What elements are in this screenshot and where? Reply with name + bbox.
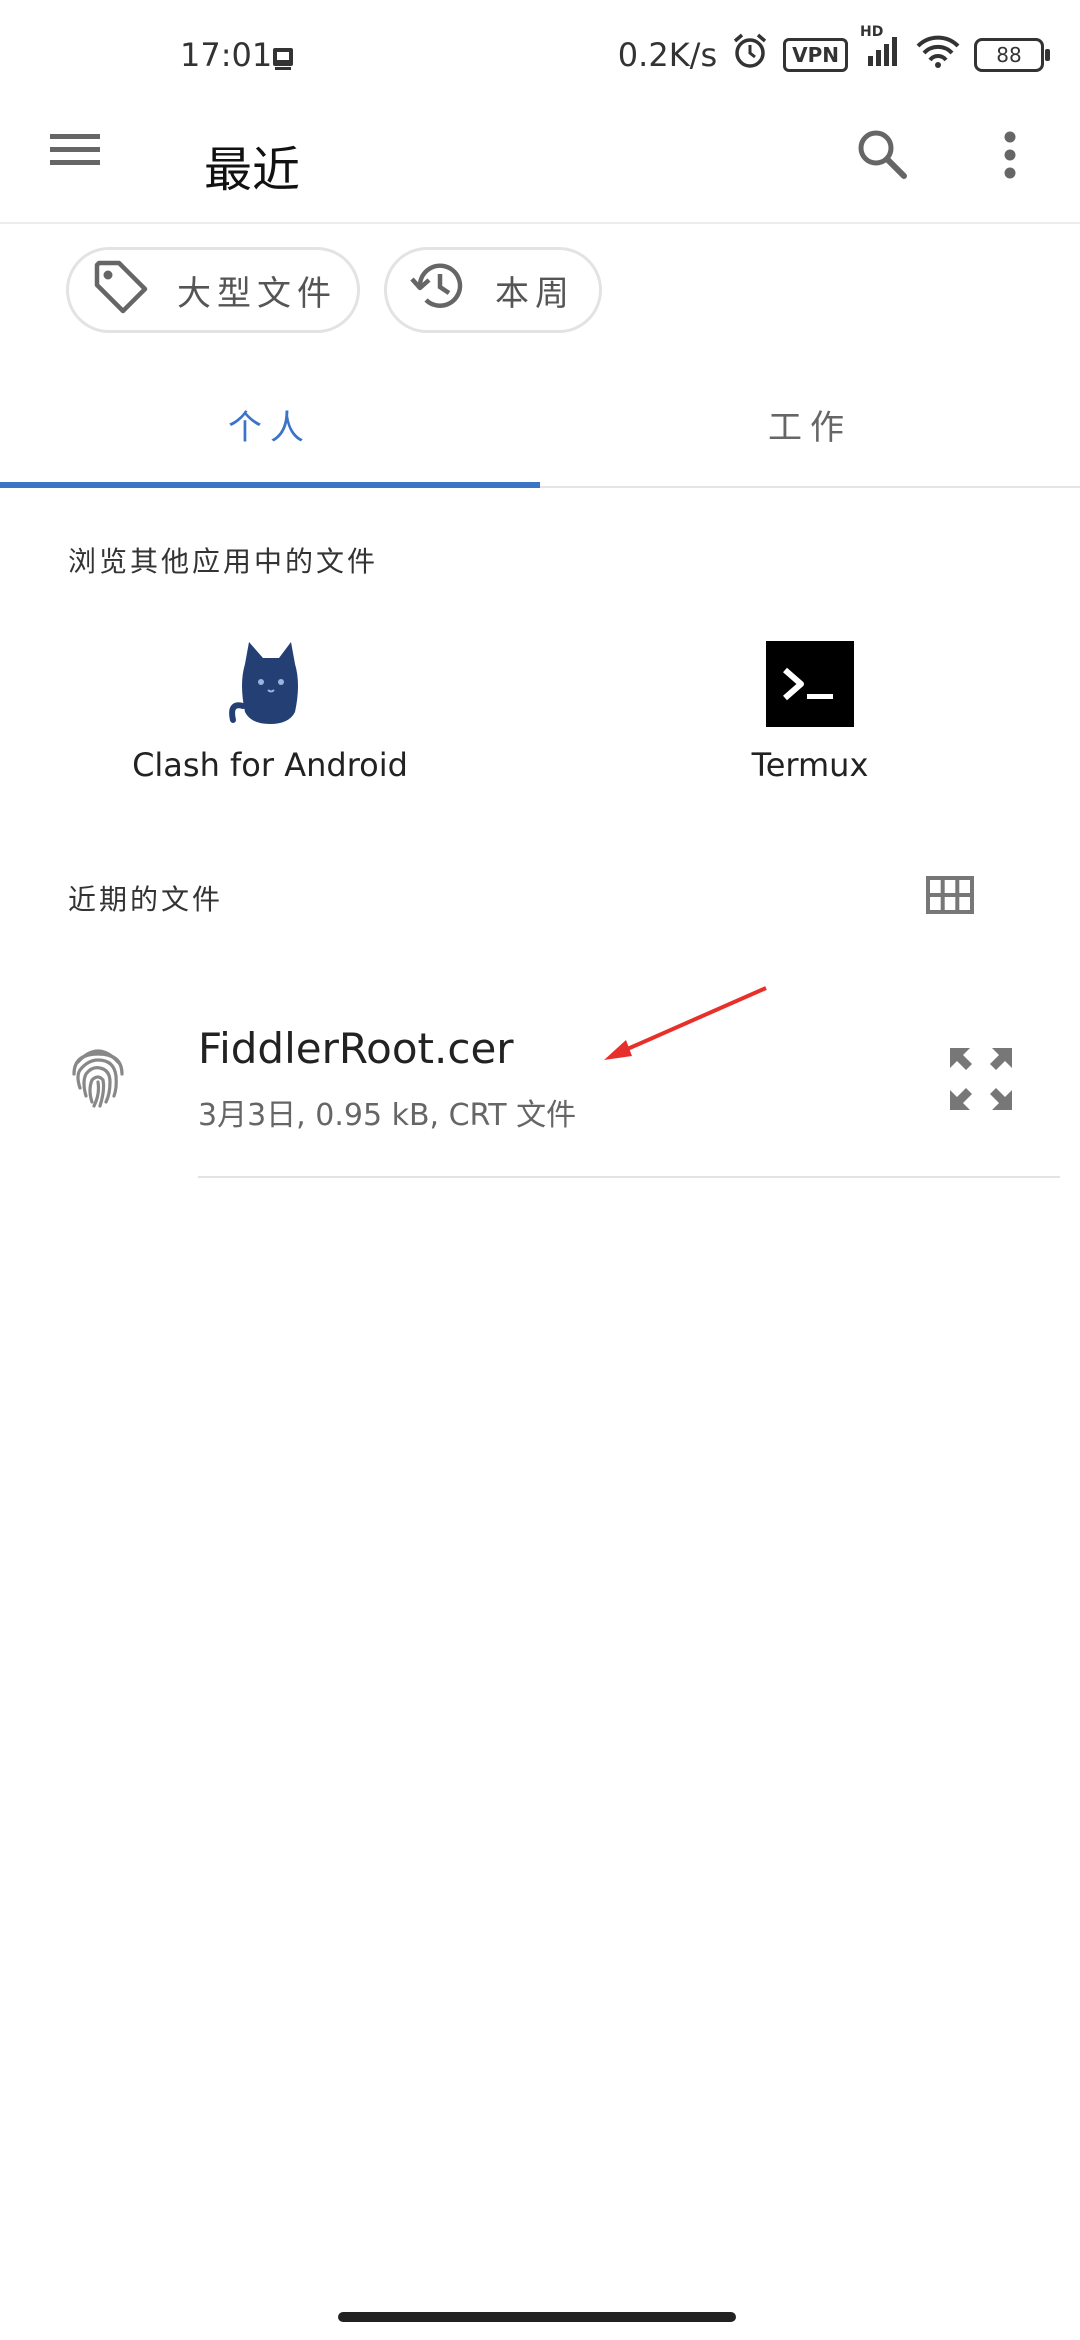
this-week-chip[interactable]: 本周 bbox=[384, 247, 602, 333]
list-divider bbox=[198, 1176, 1060, 1178]
home-indicator[interactable] bbox=[338, 2312, 736, 2322]
signal-icon: HD bbox=[860, 24, 902, 76]
more-vert-icon[interactable] bbox=[998, 130, 1022, 184]
file-meta: 3月3日, 0.95 kB, CRT 文件 bbox=[198, 1098, 577, 1133]
this-week-label: 本周 bbox=[495, 273, 575, 314]
large-files-label: 大型文件 bbox=[177, 273, 337, 314]
large-files-chip[interactable]: 大型文件 bbox=[66, 247, 360, 333]
alarm-icon bbox=[731, 32, 769, 78]
expand-preview-icon[interactable] bbox=[946, 1044, 1016, 1118]
tab-work[interactable]: 工作 bbox=[540, 400, 1080, 449]
recent-files-heading: 近期的文件 bbox=[68, 883, 224, 916]
notification-icon bbox=[270, 46, 296, 76]
tag-icon bbox=[91, 257, 149, 324]
tab-personal[interactable]: 个人 bbox=[0, 400, 540, 449]
search-icon[interactable] bbox=[856, 128, 908, 184]
grid-view-icon[interactable] bbox=[926, 876, 974, 918]
network-speed: 0.2K/s bbox=[617, 36, 718, 74]
list-item[interactable] bbox=[0, 1000, 1080, 1178]
annotation-arrow bbox=[596, 984, 776, 1068]
status-time: 17:01 bbox=[180, 36, 273, 74]
history-icon bbox=[409, 257, 467, 324]
terminal-icon bbox=[765, 641, 855, 732]
app-tile-termux[interactable]: Termux bbox=[540, 640, 1080, 784]
tab-indicator bbox=[0, 482, 540, 488]
fingerprint-icon bbox=[70, 1044, 126, 1112]
app-name-termux: Termux bbox=[751, 746, 869, 784]
app-tile-clash[interactable]: Clash for Android bbox=[0, 640, 540, 784]
app-name-clash: Clash for Android bbox=[132, 746, 408, 784]
vpn-badge: VPN bbox=[783, 38, 848, 72]
browse-apps-heading: 浏览其他应用中的文件 bbox=[68, 545, 379, 578]
status-icons: 0.2K/s VPN HD 88 bbox=[617, 24, 1050, 78]
file-name: FiddlerRoot.cer bbox=[198, 1024, 514, 1073]
hd-label: HD bbox=[860, 24, 884, 40]
menu-icon[interactable] bbox=[48, 130, 102, 174]
wifi-icon bbox=[916, 34, 960, 76]
app-bar bbox=[0, 100, 1080, 224]
cat-icon bbox=[225, 642, 315, 732]
battery-indicator: 88 bbox=[974, 38, 1050, 72]
page-title: 最近 bbox=[204, 142, 301, 198]
